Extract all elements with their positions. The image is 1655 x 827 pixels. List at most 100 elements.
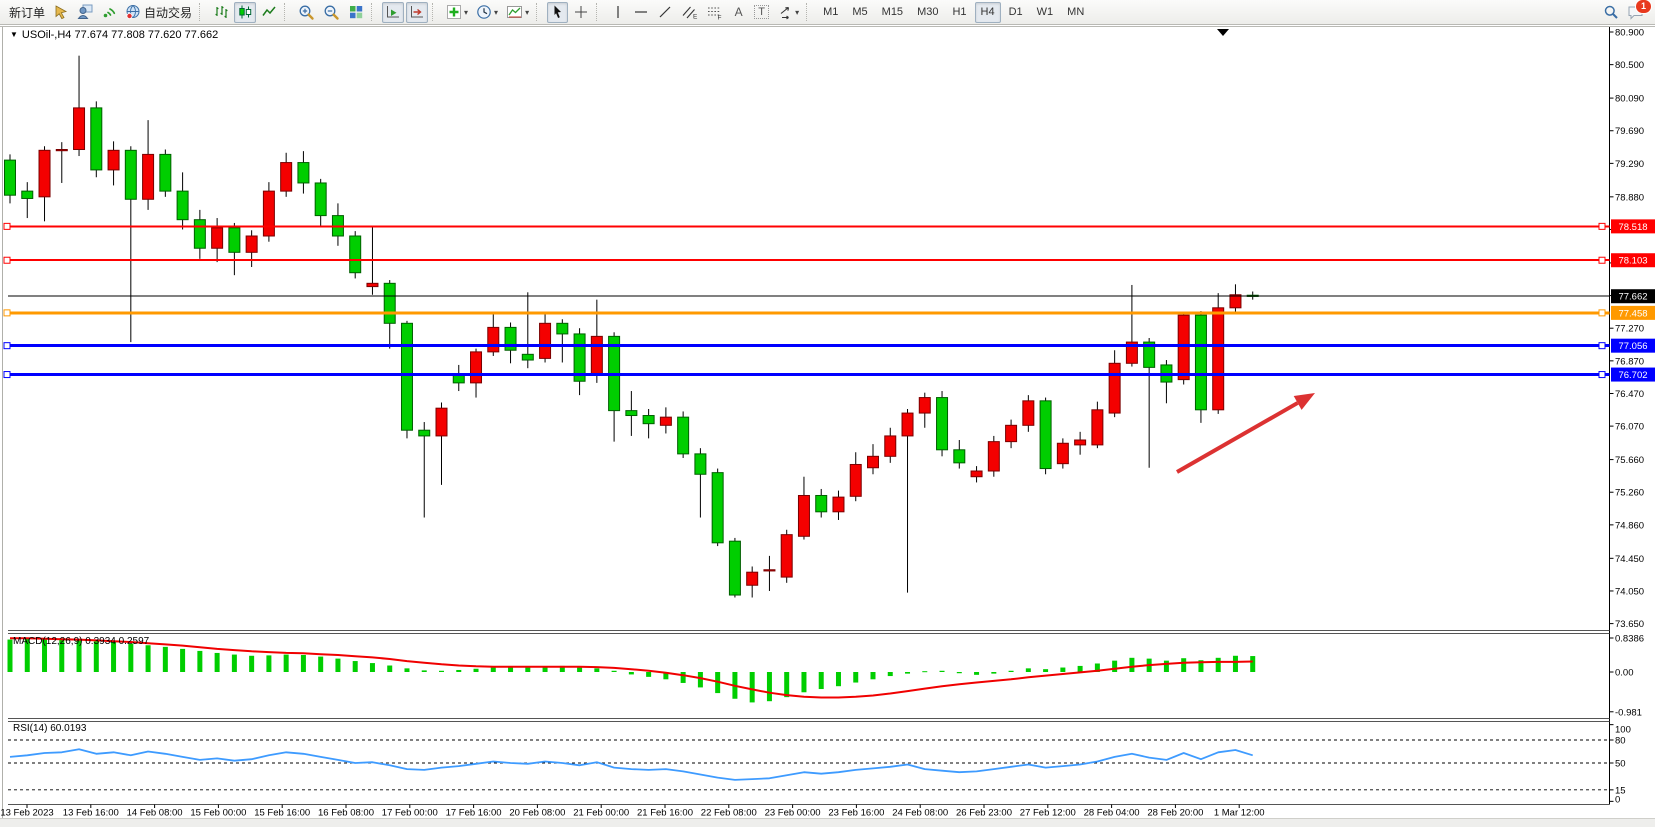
rsi-line [10,749,1253,780]
auto-trading-button[interactable]: 自动交易 [122,2,195,23]
new-order-button[interactable]: 新订单 [3,2,48,23]
chat-button[interactable]: 1 [1624,2,1647,23]
market-watch-button[interactable] [50,2,72,23]
navigator-button[interactable] [74,2,96,23]
time-tick-label: 15 Feb 00:00 [190,808,246,819]
hline-76.702[interactable]: 76.702 [4,368,1655,382]
bar-chart-button[interactable] [210,2,232,23]
horizontal-line-button[interactable] [630,2,652,23]
tab-timeframe-m15[interactable]: M15 [876,2,909,23]
vertical-line-button[interactable] [607,2,628,23]
candle-down [643,416,654,424]
tab-timeframe-d1[interactable]: D1 [1003,2,1029,23]
candlestick-chart-button[interactable] [234,2,256,23]
zoom-in-button[interactable] [295,2,318,23]
macd-bar [784,672,789,697]
macd-bar [474,669,479,672]
macd-bar [128,644,133,672]
vertical-line-icon [611,4,625,20]
candle-up [919,398,930,414]
chart-shift-marker[interactable] [1217,29,1229,36]
price-tick-label: 77.270 [1615,324,1644,335]
time-tick-label: 21 Feb 16:00 [637,808,693,819]
chevron-down-icon: ▾ [464,8,468,17]
search-icon [1603,4,1619,20]
macd-bar [318,657,323,672]
time-tick-label: 17 Feb 00:00 [382,808,438,819]
text-button[interactable]: A [728,2,749,23]
time-tick-label: 23 Feb 00:00 [765,808,821,819]
macd-bar [853,672,858,683]
macd-bar [957,672,962,673]
macd-bar [456,670,461,672]
macd-bar [836,672,841,686]
chart-shift-icon [409,4,425,20]
macd-bar [1233,656,1238,672]
hline-77.458[interactable]: 77.458 [4,306,1655,320]
arrows-button[interactable]: ▾ [774,2,802,23]
macd-bar [422,670,427,672]
equidistant-channel-button[interactable]: E [678,2,701,23]
zoom-out-button[interactable] [320,2,343,23]
macd-bar [681,672,686,683]
templates-button[interactable]: ▾ [503,2,532,23]
macd-bar [525,667,530,672]
horizontal-line-icon [633,4,649,20]
hline-77.056[interactable]: 77.056 [4,339,1655,353]
tab-timeframe-m30[interactable]: M30 [911,2,944,23]
macd-bar [871,672,876,679]
time-tick-label: 13 Feb 16:00 [63,808,119,819]
candlestick-icon [237,4,253,20]
price-tick-label: 76.870 [1615,356,1644,367]
toolbar-separator [199,3,206,21]
rsi-scale-label: 0 [1615,795,1620,806]
cursor-button[interactable] [547,2,568,23]
tab-timeframe-m5[interactable]: M5 [846,2,873,23]
macd-scale-label: -0.981 [1615,707,1642,718]
fibonacci-button[interactable]: F [703,2,726,23]
candle-down [695,454,706,474]
candle-down [160,154,171,191]
tile-windows-icon [348,4,364,20]
candle-up [764,570,775,571]
candle-up [74,108,85,150]
candle-up [471,352,482,383]
tab-timeframe-h1[interactable]: H1 [946,2,972,23]
tab-timeframe-w1[interactable]: W1 [1031,2,1060,23]
chart-shift-button[interactable] [406,2,428,23]
macd-bar [888,672,893,676]
macd-bar [612,671,617,672]
tab-timeframe-mn[interactable]: MN [1061,2,1090,23]
tab-timeframe-m1[interactable]: M1 [817,2,844,23]
auto-scroll-icon [385,4,401,20]
candle-down [298,163,309,183]
hline-77.662[interactable]: 77.662 [8,289,1655,303]
tab-timeframe-h4[interactable]: H4 [975,2,1001,23]
text-label-icon: T [754,5,769,19]
auto-scroll-button[interactable] [382,2,404,23]
candle-down [125,150,136,199]
macd-bar [1078,666,1083,672]
indicators-button[interactable]: ▾ [443,2,471,23]
notification-badge: 1 [1635,0,1652,14]
macd-bar [1164,661,1169,672]
line-chart-button[interactable] [258,2,280,23]
candle-up [971,471,982,477]
signals-button[interactable] [98,2,120,23]
macd-signal-line [10,638,1253,697]
crosshair-button[interactable] [570,2,592,23]
text-label-button[interactable]: T [751,2,772,23]
candle-up [1213,308,1224,410]
chart-canvas[interactable]: 80.90080.50080.09079.69079.29078.88078.4… [0,0,1655,827]
periods-button[interactable]: ▾ [473,2,501,23]
candle-down [177,191,188,220]
symbol-header[interactable]: ▼USOil-,H4 77.674 77.808 77.620 77.662 [10,29,218,41]
svg-text:F: F [718,15,722,21]
search-button[interactable] [1600,2,1622,23]
toolbar-separator [806,3,813,21]
tile-windows-button[interactable] [345,2,367,23]
time-tick-label: 23 Feb 16:00 [828,808,884,819]
toolbar-separator [536,3,543,21]
trendline-button[interactable] [654,2,676,23]
candle-up [143,154,154,199]
